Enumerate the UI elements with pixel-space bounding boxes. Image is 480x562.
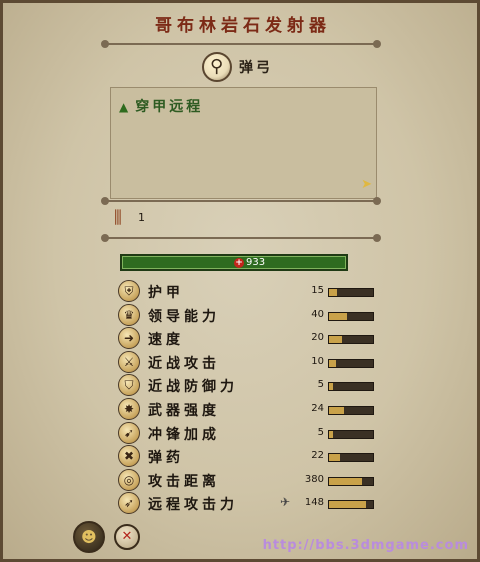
stat-bar [328, 453, 374, 463]
stat-row[interactable]: ➹ 冲锋加成 5 [118, 421, 378, 444]
stat-row[interactable]: ◎ 攻击距离 380 [118, 468, 378, 491]
ability-label: 穿甲远程 [135, 99, 204, 115]
leadership-icon: ♛ [118, 303, 140, 326]
stat-bar [328, 429, 374, 439]
stat-value: 15 [311, 285, 324, 296]
ammo-bundle-icon: ⫼ [114, 208, 122, 228]
stat-bar-fill [329, 454, 340, 462]
melee-defense-icon: ⛉ [118, 374, 140, 397]
stat-bar-fill [329, 501, 367, 509]
health-cross-icon: + [234, 258, 244, 268]
sling-icon: ⚲ [202, 52, 232, 82]
portrait-button[interactable]: ☻ [73, 521, 105, 553]
melee-attack-icon: ⚔ [118, 350, 140, 373]
stat-bar [328, 382, 374, 392]
stat-bar-fill [329, 430, 333, 438]
abilities-divider [101, 197, 381, 205]
stat-bar-fill [329, 383, 333, 391]
speed-icon: ➜ [118, 327, 140, 350]
stat-value: 40 [311, 308, 324, 320]
stat-bar [328, 311, 374, 321]
watermark: http://bbs.3dmgame.com [262, 538, 469, 553]
health-bar: + 933 [120, 254, 348, 271]
health-value: 933 [246, 257, 266, 268]
stat-bar [328, 500, 374, 510]
stat-bar [328, 476, 374, 486]
stat-label: 冲锋加成 [148, 426, 220, 443]
stat-bar-fill [329, 336, 343, 344]
stat-value: 24 [311, 403, 324, 414]
abilities-box: ▲ 穿甲远程 ➤ [110, 87, 377, 199]
unit-type-label: 弹弓 [239, 60, 273, 76]
missile-strength-icon: ➶ [118, 492, 140, 515]
stat-row[interactable]: ✸ 武器强度 24 [118, 398, 378, 420]
stat-label: 弹药 [148, 450, 184, 467]
unit-title: 哥布林岩石发射器 [155, 16, 331, 36]
stat-bar [328, 406, 374, 415]
ammo-row: ⫼ 1 [110, 204, 375, 232]
stat-bar-fill [329, 312, 347, 320]
ammo-value: 1 [138, 211, 145, 224]
stat-row[interactable]: ⛉ 近战防御力 5 [118, 374, 378, 397]
stat-label: 近战防御力 [148, 379, 238, 396]
stat-bar [328, 358, 374, 368]
range-icon: ◎ [118, 468, 140, 491]
stat-label: 领导能力 [148, 308, 220, 325]
charge-bonus-icon: ➹ [118, 421, 140, 444]
disband-button[interactable]: ✕ [114, 524, 140, 550]
stat-bar-fill [329, 289, 337, 296]
stat-value: 148 [304, 497, 324, 509]
stat-label: 武器强度 [148, 403, 220, 419]
stat-value: 380 [304, 473, 324, 485]
armor-icon: ⛨ [118, 280, 140, 302]
armor-piercing-icon: ✈ [279, 495, 290, 510]
stat-label: 远程攻击力 [148, 497, 238, 514]
stat-value: 22 [311, 450, 324, 462]
stat-label: 攻击距离 [148, 473, 220, 490]
ability-item[interactable]: ▲ 穿甲远程 [119, 96, 203, 116]
stat-bar-fill [329, 359, 336, 367]
triangle-up-icon: ▲ [119, 100, 132, 114]
stat-row[interactable]: ✖ 弹药 22 [118, 445, 378, 468]
stat-value: 5 [317, 426, 324, 438]
stat-row[interactable]: ♛ 领导能力 40 [118, 303, 378, 326]
stat-row[interactable]: ⚔ 近战攻击 10 [118, 350, 378, 373]
stat-bar-fill [329, 477, 362, 485]
ammunition-icon: ✖ [118, 445, 140, 468]
stat-bar-fill [329, 407, 345, 414]
stat-label: 护甲 [148, 285, 184, 301]
stat-value: 10 [311, 355, 324, 367]
stat-row[interactable]: ⛨ 护甲 15 [118, 280, 378, 302]
weapon-strength-icon: ✸ [118, 398, 140, 420]
stat-label: 速度 [148, 332, 184, 349]
stat-label: 近战攻击 [148, 355, 220, 372]
next-arrow-icon[interactable]: ➤ [361, 177, 372, 192]
stat-value: 20 [311, 332, 324, 344]
stats-divider [101, 234, 381, 242]
unit-info-panel: 哥布林岩石发射器 ⚲ 弹弓 ▲ 穿甲远程 ➤ ⫼ 1 + 933 ⛨ 护甲 15 ♛ 领导… [0, 0, 480, 562]
stat-bar [328, 288, 374, 297]
stat-row[interactable]: ➜ 速度 20 [118, 327, 378, 350]
title-divider [101, 40, 381, 48]
stat-value: 5 [317, 379, 324, 391]
stat-row[interactable]: ➶ 远程攻击力 148 ✈ [118, 492, 378, 515]
stat-bar [328, 335, 374, 345]
